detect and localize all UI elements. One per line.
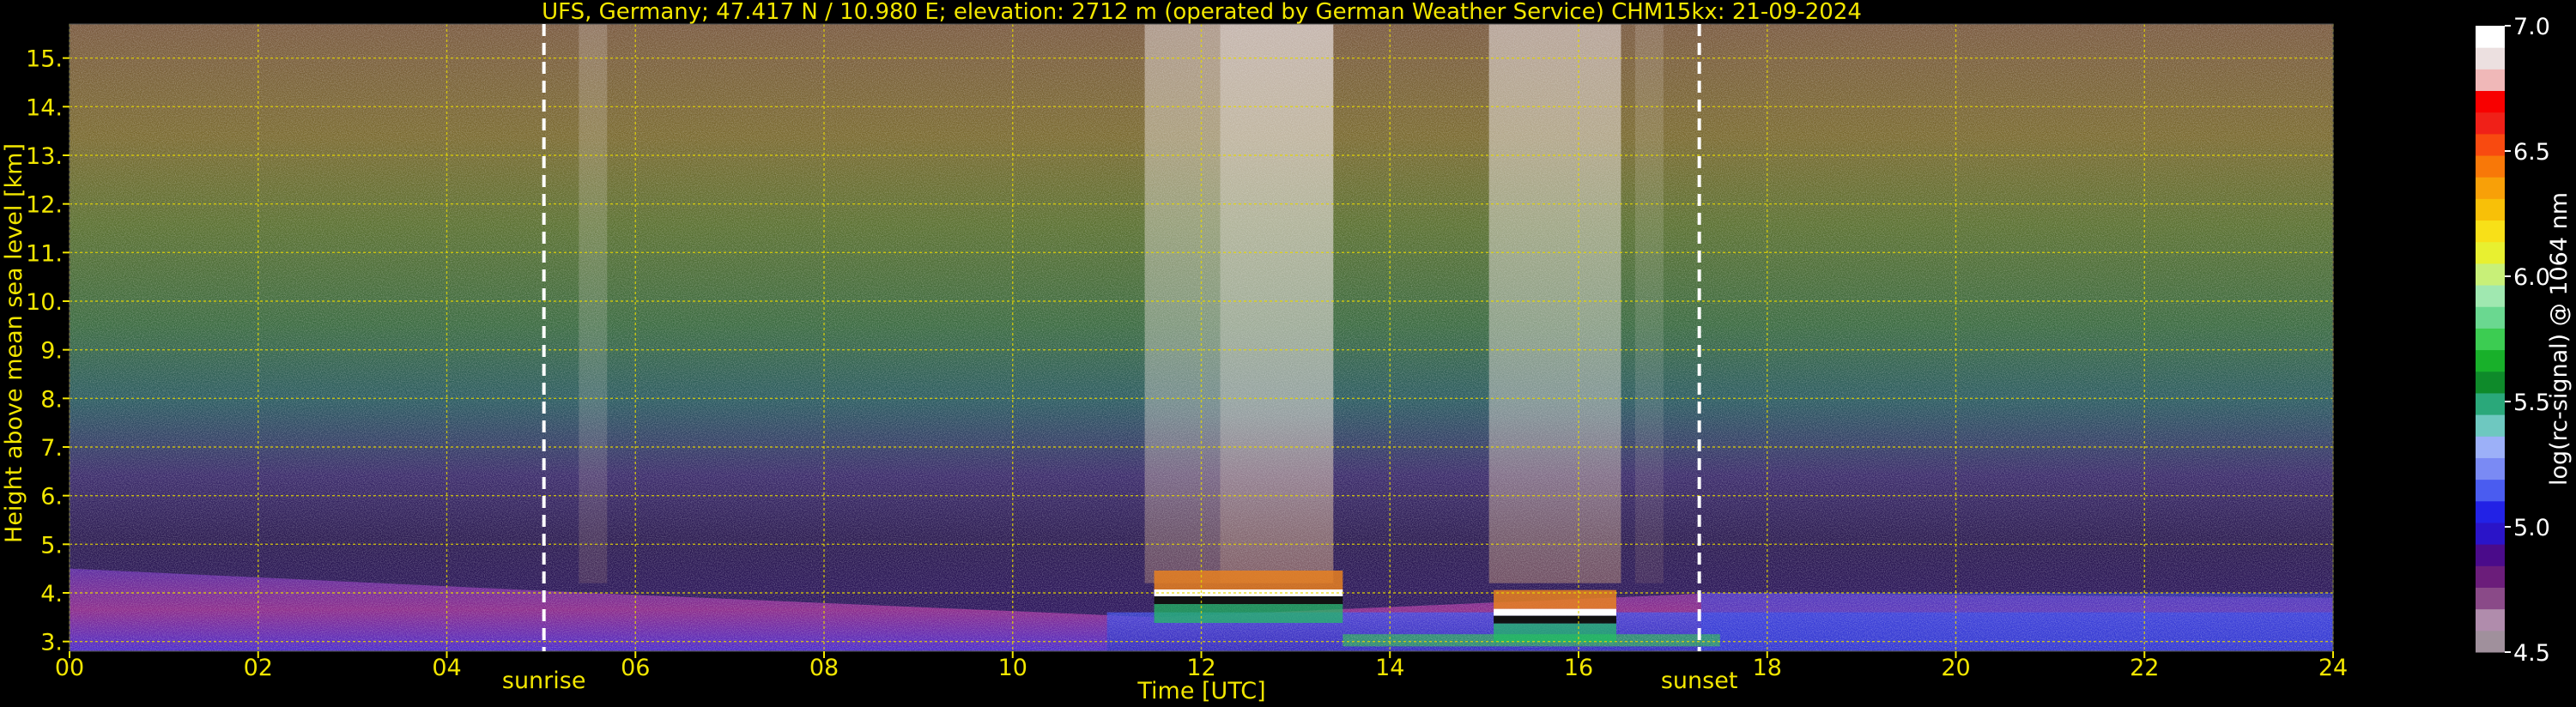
colorbar-segment	[2476, 198, 2505, 221]
cloud-layer-green	[1154, 604, 1343, 623]
x-tick-label: 04	[432, 655, 461, 681]
x-tick-label: 10	[998, 655, 1027, 681]
colorbar-segment	[2476, 90, 2505, 113]
colorbar-segment	[2476, 457, 2505, 480]
y-tick-label: 6.	[40, 484, 63, 511]
x-axis-label: Time [UTC]	[1136, 678, 1265, 704]
x-tick-label: 00	[55, 655, 84, 681]
x-tick-label: 20	[1941, 655, 1970, 681]
colorbar-segment	[2476, 47, 2505, 69]
x-tick-label: 16	[1564, 655, 1593, 681]
chart-title: UFS, Germany; 47.417 N / 10.980 E; eleva…	[542, 0, 1862, 25]
colorbar-segment	[2476, 263, 2505, 286]
colorbar-tick-label: 4.5	[2513, 640, 2550, 667]
colorbar-segment	[2476, 436, 2505, 458]
ceilometer-chart: sunrise sunset 00 02 04 06 08 10 12 14 16 18 20 22 24…	[1, 0, 2573, 704]
colorbar-segment	[2476, 69, 2505, 92]
colorbar-tick-label: 6.0	[2513, 264, 2550, 291]
cloud-layer-warm	[1154, 571, 1343, 589]
colorbar-segment	[2476, 349, 2505, 372]
colorbar-segment	[2476, 155, 2505, 178]
x-tick-label: 22	[2130, 655, 2159, 681]
colorbar-segment	[2476, 544, 2505, 566]
colorbar-segment	[2476, 241, 2505, 264]
y-tick-label: 11.	[26, 240, 63, 267]
colorbar-segment	[2476, 522, 2505, 545]
colorbar-segment	[2476, 112, 2505, 135]
cloud-layer-black	[1494, 615, 1616, 624]
cloud-layer-green	[1494, 623, 1616, 643]
colorbar-segment	[2476, 608, 2505, 631]
colorbar-tick-label: 5.5	[2513, 390, 2550, 416]
colorbar: 4.5 5.0 5.5 6.0 6.5 7.0	[2476, 14, 2550, 667]
colorbar-segment	[2476, 371, 2505, 394]
x-tick-label: 24	[2318, 655, 2348, 681]
colorbar-label: log(rc-signal) @ 1064 nm	[2546, 192, 2573, 486]
x-tick-label: 18	[1753, 655, 1782, 681]
colorbar-segment	[2476, 285, 2505, 307]
x-tick-label: 08	[809, 655, 839, 681]
colorbar-segment	[2476, 26, 2505, 48]
sunset-label: sunset	[1661, 668, 1738, 694]
y-tick-label: 12.	[26, 192, 63, 219]
x-tick-label: 06	[621, 655, 650, 681]
y-tick-label: 8.	[40, 386, 63, 413]
sunrise-label: sunrise	[502, 668, 586, 694]
colorbar-tick-label: 7.0	[2513, 14, 2550, 40]
colorbar-tick-label: 5.0	[2513, 515, 2550, 541]
colorbar-segment	[2476, 414, 2505, 437]
y-tick-label: 13.	[26, 143, 63, 170]
y-tick-label: 15.	[26, 46, 63, 73]
y-tick-label: 7.	[40, 435, 63, 462]
colorbar-tick-label: 6.5	[2513, 139, 2550, 166]
cloud-layer-white	[1494, 608, 1616, 616]
colorbar-segment	[2476, 306, 2505, 329]
colorbar-segment	[2476, 392, 2505, 415]
colorbar-segment	[2476, 630, 2505, 653]
y-tick-label: 14.	[26, 94, 63, 121]
cloud-layer-black	[1154, 596, 1343, 604]
colorbar-segment	[2476, 565, 2505, 588]
y-tick-label: 5.	[40, 532, 63, 559]
colorbar-segment	[2476, 587, 2505, 610]
colorbar-segment	[2476, 479, 2505, 502]
colorbar-segment	[2476, 500, 2505, 523]
y-tick-label: 9.	[40, 338, 63, 365]
colorbar-segment	[2476, 133, 2505, 156]
colorbar-segment	[2476, 220, 2505, 243]
colorbar-segment	[2476, 328, 2505, 351]
y-axis-label: Height above mean sea level [km]	[1, 143, 27, 543]
y-tick-label: 4.	[40, 581, 63, 607]
y-tick-label: 3.	[40, 630, 63, 656]
x-tick-label: 14	[1375, 655, 1404, 681]
colorbar-segment	[2476, 177, 2505, 199]
x-tick-label: 02	[244, 655, 273, 681]
y-tick-label: 10.	[26, 289, 63, 316]
